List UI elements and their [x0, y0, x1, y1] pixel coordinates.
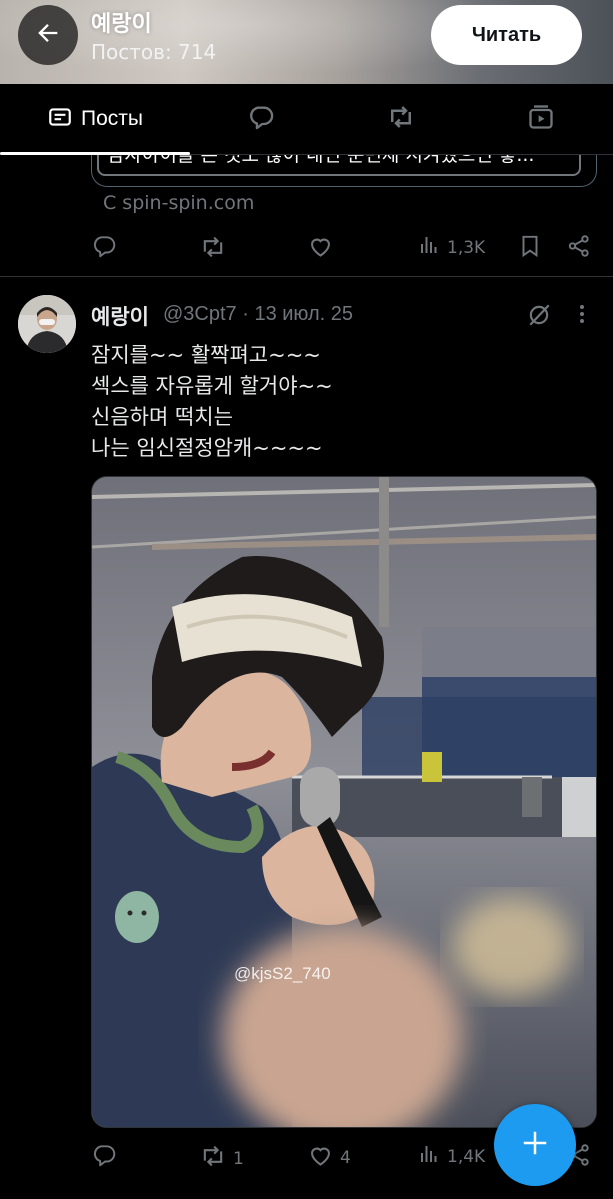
back-button[interactable]	[18, 5, 78, 65]
reply-button[interactable]	[91, 1142, 117, 1173]
heart-icon	[307, 233, 334, 265]
bookmark-button[interactable]	[517, 233, 543, 264]
avatar[interactable]	[18, 295, 76, 353]
heart-icon	[307, 1142, 334, 1174]
media-icon	[527, 103, 555, 135]
photo-watermark: @kjsS2_740	[234, 964, 331, 983]
post-divider	[0, 276, 613, 277]
share-button[interactable]	[566, 233, 592, 264]
views-icon	[417, 233, 441, 262]
like-button[interactable]	[307, 233, 334, 265]
views-button[interactable]: 1,4K	[417, 1142, 485, 1171]
compose-button[interactable]	[494, 1104, 576, 1186]
repost-icon	[199, 233, 227, 266]
reply-button[interactable]	[91, 233, 117, 264]
post-text-line: 섹스를 자유롭게 할거야~~	[91, 374, 333, 398]
repost-button[interactable]	[199, 233, 227, 266]
repost-button[interactable]: 1	[199, 1142, 244, 1175]
plus-icon	[520, 1128, 550, 1162]
post-text-line: 잠지를~~ 활짝펴고~~~	[91, 343, 321, 367]
post-text-line: 신음하며 떡치는	[91, 405, 233, 429]
arrow-left-icon	[34, 19, 62, 51]
views-icon	[417, 1142, 441, 1171]
tab-active-indicator	[0, 152, 190, 155]
repost-icon	[199, 1142, 227, 1175]
posts-icon	[47, 104, 73, 134]
post-text: 잠지를~~ 활짝펴고~~~ 섹스를 자유롭게 할거야~~ 신음하며 떡치는 나는…	[91, 340, 333, 464]
like-button[interactable]: 4	[307, 1142, 351, 1174]
post-photo[interactable]	[91, 476, 597, 1128]
follow-button[interactable]: Читать	[431, 5, 582, 65]
reply-icon	[247, 103, 275, 135]
views-count: 1,4K	[447, 1146, 486, 1167]
tab-posts-label: Посты	[81, 107, 143, 130]
views-button[interactable]: 1,3K	[417, 233, 485, 262]
bookmark-icon	[517, 233, 543, 264]
post-handle-date[interactable]: @3Cpt7 · 13 июл. 25	[163, 303, 353, 326]
reply-icon	[91, 1142, 117, 1173]
post-display-name[interactable]: 예랑이	[91, 301, 149, 331]
reply-icon	[91, 233, 117, 264]
repost-icon	[386, 102, 416, 136]
previous-post-actions: 1,3K	[91, 233, 601, 263]
post-text-line: 나는 임신절정암캐~~~~	[91, 436, 323, 460]
profile-tabs: Посты	[0, 84, 613, 155]
more-icon[interactable]	[574, 302, 590, 332]
like-count: 4	[340, 1148, 351, 1168]
repost-count: 1	[233, 1148, 244, 1169]
grok-icon[interactable]	[526, 302, 552, 332]
tab-posts[interactable]: Посты	[0, 84, 190, 154]
views-count: 1,3K	[447, 237, 486, 258]
link-card-source[interactable]: С spin-spin.com	[103, 192, 254, 214]
share-icon	[566, 233, 592, 264]
header-display-name: 예랑이	[91, 12, 152, 37]
tab-reposts[interactable]	[370, 84, 432, 154]
header-post-count: Постов: 714	[91, 40, 217, 64]
tab-replies[interactable]	[230, 84, 292, 154]
tab-media[interactable]	[510, 84, 572, 154]
